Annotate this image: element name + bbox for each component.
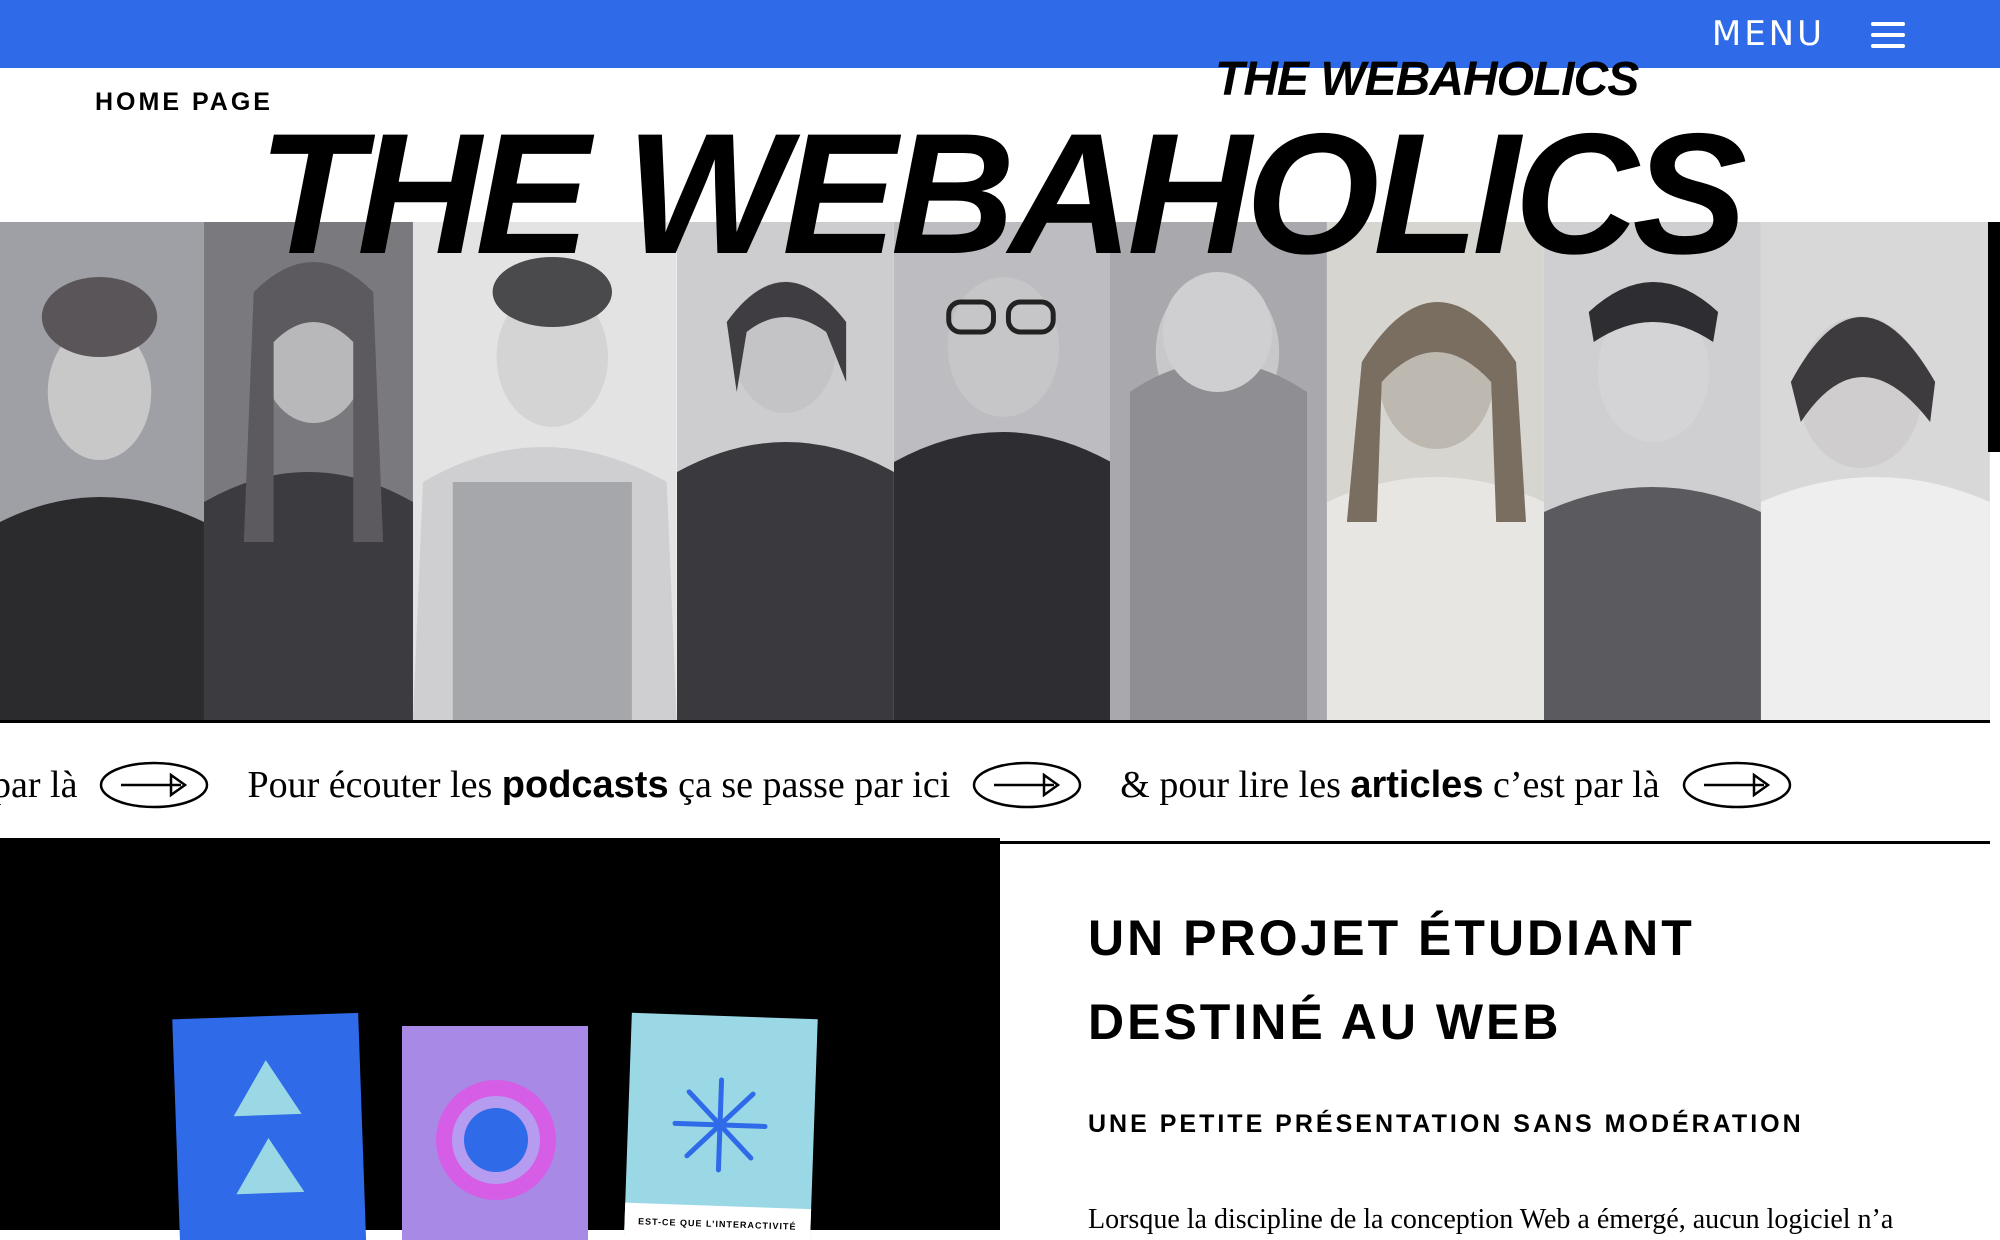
team-photo: [1110, 222, 1328, 720]
scrollbar-thumb[interactable]: [1988, 222, 2000, 452]
brand-title: THE WEBAHOLICS: [258, 98, 1747, 290]
team-photo: [676, 222, 894, 720]
team-photo: [893, 222, 1111, 720]
arrow-right-icon[interactable]: [1682, 761, 1792, 809]
menu-label[interactable]: MENU: [1712, 14, 1825, 54]
hamburger-menu-icon[interactable]: [1871, 22, 1905, 48]
team-photo: [0, 222, 204, 720]
arrow-right-icon[interactable]: [972, 761, 1082, 809]
articles-link[interactable]: articles: [1350, 764, 1483, 806]
cards-showcase: EST-CE QUE L’INTERACTIVITÉ: [0, 838, 1000, 1240]
asterisk-card[interactable]: [622, 1010, 822, 1240]
ticker-text: & pour lire les articles c’est par là: [1120, 764, 1660, 806]
ticker-text: Pour écouter les podcasts ça se passe pa…: [247, 764, 951, 806]
home-page-link[interactable]: HOME PAGE: [95, 88, 273, 117]
team-photo: [203, 222, 413, 720]
team-photo: [412, 222, 677, 720]
divider: [1000, 841, 1990, 844]
intro-subtitle: UNE PETITE PRÉSENTATION SANS MODÉRATION: [1088, 1110, 1804, 1138]
team-photo: [1327, 222, 1545, 720]
intro-body-text: Lorsque la discipline de la conception W…: [1088, 1204, 1894, 1235]
podcasts-link[interactable]: podcasts: [502, 764, 669, 806]
team-photo: [1761, 222, 1990, 720]
arrow-right-icon[interactable]: [99, 761, 209, 809]
ticker-text: par là: [0, 764, 78, 806]
intro-title: UN PROJET ÉTUDIANT DESTINÉ AU WEB: [1088, 910, 1695, 1050]
triangle-card[interactable]: [170, 1010, 370, 1240]
top-navigation-bar: MENU: [0, 0, 2000, 68]
team-photo: [1544, 222, 1762, 720]
scrolling-ticker: par là Pour écouter les podcasts ça se p…: [0, 730, 2000, 840]
circle-card[interactable]: [400, 1026, 590, 1240]
divider: [0, 720, 1990, 723]
team-photo-strip: [0, 222, 1990, 720]
